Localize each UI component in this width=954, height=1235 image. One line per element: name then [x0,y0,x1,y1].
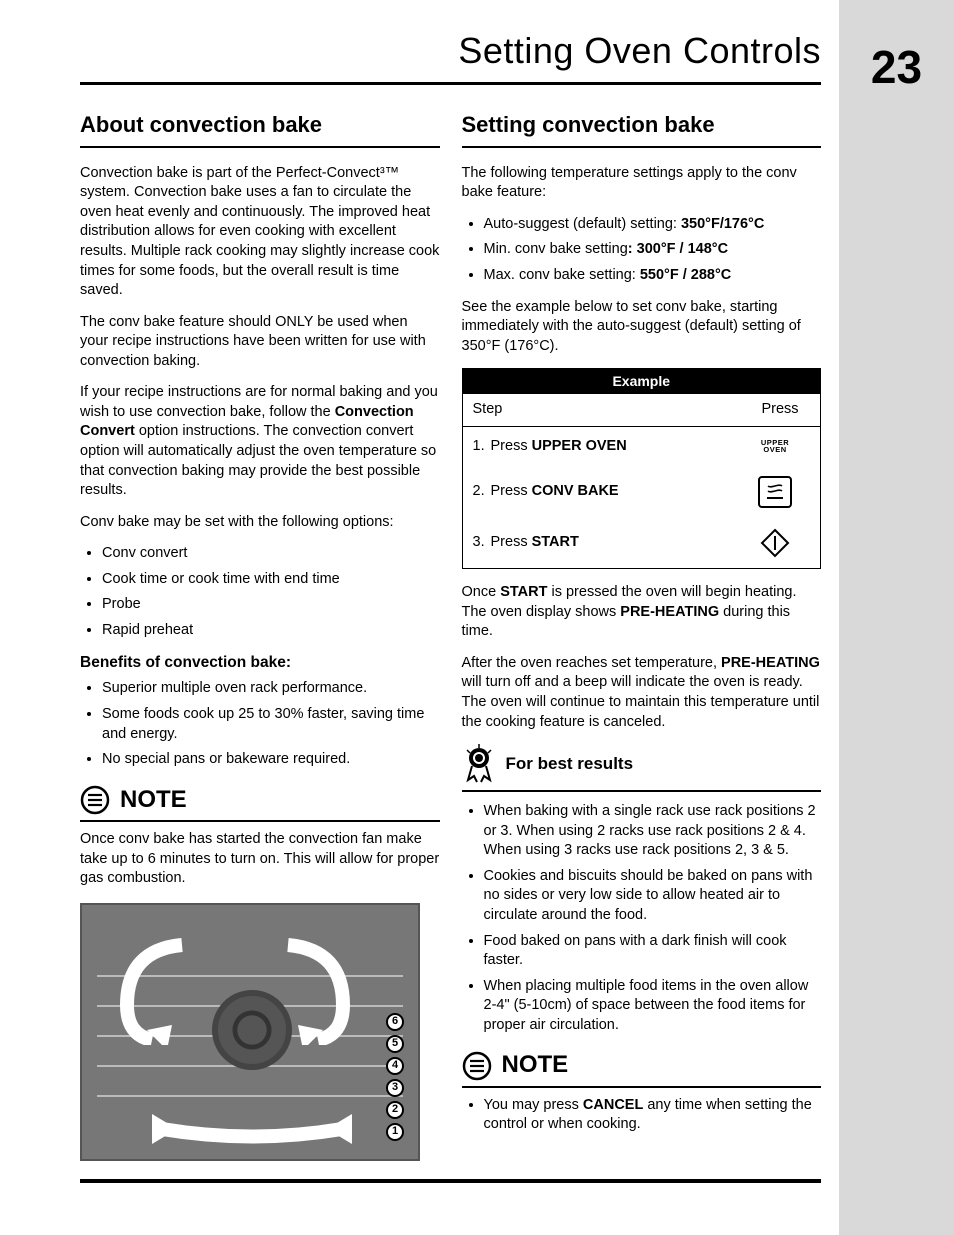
after-start-p1: Once START is pressed the oven will begi… [462,583,822,642]
txt: Once [462,584,501,600]
about-p2: The conv bake feature should ONLY be use… [80,313,440,372]
bottom-rule [80,1179,821,1183]
setting-val: : 300°F / 148°C [628,241,728,257]
step-num: 1. [473,437,491,457]
txt: PRE-HEATING [721,655,820,671]
right-column: Setting convection bake The following te… [462,110,822,1161]
note-box-right: NOTE You may press CANCEL any time when … [462,1049,822,1135]
best-item: Cookies and biscuits should be baked on … [484,867,822,926]
setting-val: 350°F/176°C [681,216,764,232]
benefits-list: Superior multiple oven rack performance.… [80,679,440,769]
upper-oven-icon: UPPEROVEN [761,439,789,454]
note-label: NOTE [502,1049,569,1081]
setting-pre: Min. conv bake setting [484,241,628,257]
table-row: 2. Press CONV BAKE [463,466,821,518]
txt: You may press [484,1097,583,1113]
airflow-arrow-icon [142,1089,362,1149]
best-item: When placing multiple food items in the … [484,977,822,1036]
sidebar: 23 [839,0,954,1235]
note-text-left: Once conv bake has started the convectio… [80,830,440,889]
txt: START [500,584,547,600]
step-strong: START [532,534,579,550]
best-results-label: For best results [506,753,634,776]
option-item: Cook time or cook time with end time [102,570,440,590]
page-number: 23 [871,40,922,94]
note-box-left: NOTE Once conv bake has started the conv… [80,784,440,889]
oven-diagram: 6 5 4 3 2 1 [80,903,420,1161]
step-pre: Press [491,438,532,454]
about-heading: About convection bake [80,110,440,148]
conv-bake-icon [758,476,792,508]
see-example: See the example below to set conv bake, … [462,298,822,357]
best-results-list: When baking with a single rack use rack … [462,802,822,1035]
setting-heading: Setting convection bake [462,110,822,148]
option-item: Probe [102,595,440,615]
setting-pre: Max. conv bake setting: [484,267,640,283]
options-list: Conv convert Cook time or cook time with… [80,544,440,640]
best-results-box: For best results When baking with a sing… [462,744,822,1035]
setting-pre: Auto-suggest (default) setting: [484,216,681,232]
rack-label: 6 [386,1013,404,1031]
rack-label: 4 [386,1057,404,1075]
step-pre: Press [491,483,532,499]
about-p3: If your recipe instructions are for norm… [80,383,440,500]
note-item: You may press CANCEL any time when setti… [484,1096,822,1135]
setting-item: Min. conv bake setting: 300°F / 148°C [484,240,822,260]
step-strong: UPPER OVEN [532,438,627,454]
setting-item: Auto-suggest (default) setting: 350°F/17… [484,215,822,235]
rack-label: 3 [386,1079,404,1097]
about-p4: Conv bake may be set with the following … [80,513,440,533]
table-row: 1. Press UPPER OVEN UPPEROVEN [463,427,821,467]
setting-val: 550°F / 288°C [640,267,731,283]
table-col-step: Step [463,394,741,426]
txt: PRE-HEATING [620,604,719,620]
step-pre: Press [491,534,532,550]
start-icon [740,528,810,558]
after-start-p2: After the oven reaches set temperature, … [462,654,822,732]
note-label: NOTE [120,784,187,816]
title-rule [80,82,821,85]
example-table: Example Step Press 1. Press UPPER OVEN U… [462,368,822,569]
settings-list: Auto-suggest (default) setting: 350°F/17… [462,215,822,286]
option-item: Conv convert [102,544,440,564]
about-p1: Convection bake is part of the Perfect-C… [80,164,440,301]
txt: CANCEL [583,1097,643,1113]
txt: will turn off and a beep will indicate t… [462,674,820,729]
note-icon [462,1051,492,1081]
airflow-arrow-icon [268,935,358,1045]
note-icon [80,785,110,815]
rack-label: 2 [386,1101,404,1119]
note-list-right: You may press CANCEL any time when setti… [462,1096,822,1135]
ribbon-icon [462,744,496,784]
table-row: 3. Press START [463,518,821,568]
step-num: 2. [473,482,491,502]
benefit-item: Some foods cook up 25 to 30% faster, sav… [102,705,440,744]
best-item: When baking with a single rack use rack … [484,802,822,861]
page-title: Setting Oven Controls [458,30,821,72]
table-header: Example [463,369,821,394]
rack-label: 5 [386,1035,404,1053]
benefit-item: No special pans or bakeware required. [102,750,440,770]
airflow-arrow-icon [112,935,202,1045]
txt: After the oven reaches set temperature, [462,655,722,671]
step-strong: CONV BAKE [532,483,619,499]
setting-intro: The following temperature settings apply… [462,164,822,203]
rack-label: 1 [386,1123,404,1141]
left-column: About convection bake Convection bake is… [80,110,440,1161]
table-col-press: Press [740,394,820,426]
page: Setting Oven Controls About convection b… [0,0,954,1235]
best-item: Food baked on pans with a dark finish wi… [484,932,822,971]
setting-item: Max. conv bake setting: 550°F / 288°C [484,266,822,286]
content: Setting Oven Controls About convection b… [0,0,839,1235]
step-num: 3. [473,533,491,553]
benefits-heading: Benefits of convection bake: [80,653,440,674]
option-item: Rapid preheat [102,621,440,641]
benefit-item: Superior multiple oven rack performance. [102,679,440,699]
